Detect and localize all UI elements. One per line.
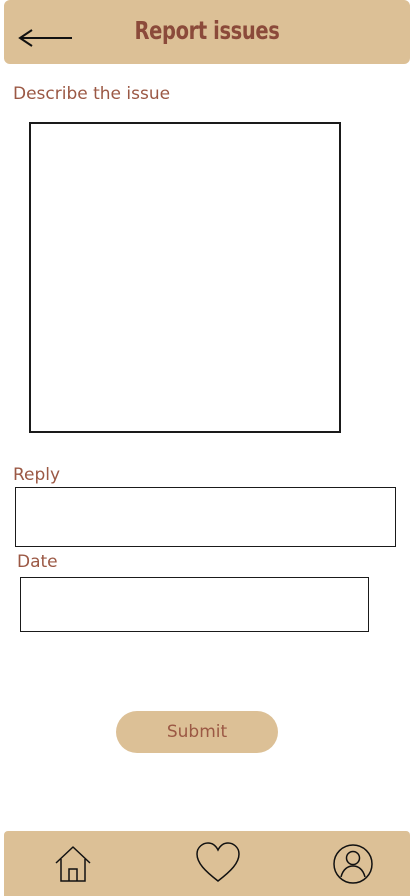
page-title: Report issues	[134, 16, 280, 45]
submit-button[interactable]: Submit	[116, 711, 278, 753]
home-icon	[50, 841, 96, 887]
reply-label: Reply	[13, 465, 61, 485]
nav-profile-button[interactable]	[330, 841, 376, 887]
date-label: Date	[17, 552, 58, 572]
nav-home-button[interactable]	[50, 841, 96, 887]
describe-issue-label: Describe the issue	[13, 84, 171, 104]
app-header: Report issues	[4, 0, 410, 64]
user-circle-icon	[330, 841, 376, 887]
date-input[interactable]	[20, 577, 369, 632]
reply-textarea[interactable]	[15, 487, 396, 547]
nav-favorites-button[interactable]	[195, 841, 241, 887]
heart-icon	[195, 841, 241, 887]
describe-issue-textarea[interactable]	[29, 122, 341, 433]
bottom-navigation	[4, 831, 410, 896]
